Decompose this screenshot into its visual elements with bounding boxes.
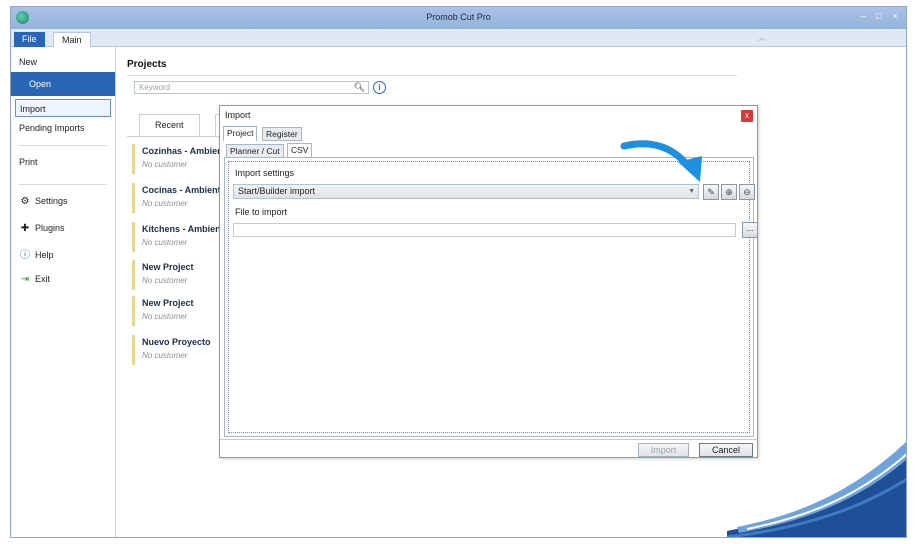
sidebar-item-help[interactable]: ⓘ Help [11,246,115,264]
window-controls: – □ × [858,11,900,21]
dialog-close-button[interactable]: x [741,110,753,122]
sidebar-item-open[interactable]: Open [11,72,115,96]
csv-panel-content: Import settings Start/Builder import ▼ ✎… [228,161,758,433]
dialog-title: Import [225,110,251,120]
browse-button[interactable]: ... [742,222,758,238]
sidebar-item-pending-imports[interactable]: Pending Imports [11,119,115,137]
search-input[interactable]: Keyword 🔍︎ [134,81,369,94]
remove-icon: ⊖ [743,187,751,197]
sidebar-item-print[interactable]: Print [11,153,115,171]
exit-icon: ⇥ [20,274,30,285]
tab-recent[interactable]: Recent [139,114,200,136]
sidebar-item-label: Help [35,250,54,260]
import-settings-label: Import settings [235,168,295,178]
tab-file[interactable]: File [14,32,45,47]
tab-csv[interactable]: CSV [287,143,313,158]
puzzle-icon: ✚ [20,223,30,234]
sidebar-item-plugins[interactable]: ✚ Plugins [11,219,115,237]
file-path-input[interactable] [233,223,736,237]
search-icon[interactable]: 🔍︎ [354,82,365,93]
add-settings-button[interactable]: ⊕ [721,184,737,200]
collapse-ribbon-icon[interactable]: ︿ [758,32,766,43]
gear-icon: ⚙ [20,196,30,207]
maximize-button[interactable]: □ [874,11,884,21]
divider [19,184,107,185]
window-title: Promob Cut Pro [426,12,491,22]
tab-planner-cut[interactable]: Planner / Cut [226,144,284,158]
info-icon[interactable]: i [373,81,386,94]
highlight-arrow-icon [620,140,702,182]
sidebar-item-label: Settings [35,196,68,206]
sidebar-item-exit[interactable]: ⇥ Exit [11,270,115,288]
ribbon: File Main ︿ [11,29,906,47]
divider [220,439,757,440]
sidebar-item-label: Plugins [35,223,65,233]
help-icon: ⓘ [20,250,30,261]
tab-project[interactable]: Project [223,126,258,141]
title-bar: Promob Cut Pro – □ × [11,7,906,29]
add-icon: ⊕ [725,187,733,197]
sidebar-item-label: Exit [35,274,51,284]
cancel-button[interactable]: Cancel [699,443,753,457]
import-settings-value: Start/Builder import [238,186,316,196]
file-menu-sidebar: New Open Import Pending Imports Print ⚙ S… [11,47,116,537]
minimize-button[interactable]: – [858,11,868,21]
divider [19,145,107,146]
search-placeholder: Keyword [139,83,171,92]
page-title: Projects [127,59,167,70]
tab-main[interactable]: Main [53,32,91,47]
tab-register[interactable]: Register [262,127,302,141]
sidebar-item-new[interactable]: New [11,53,115,71]
file-to-import-label: File to import [235,207,288,217]
divider [127,75,737,76]
remove-settings-button[interactable]: ⊖ [739,184,755,200]
close-window-button[interactable]: × [890,11,900,21]
import-button[interactable]: Import [638,443,689,457]
sidebar-item-import[interactable]: Import [15,99,111,117]
sidebar-item-settings[interactable]: ⚙ Settings [11,192,115,210]
csv-panel: Import settings Start/Builder import ▼ ✎… [224,157,758,437]
